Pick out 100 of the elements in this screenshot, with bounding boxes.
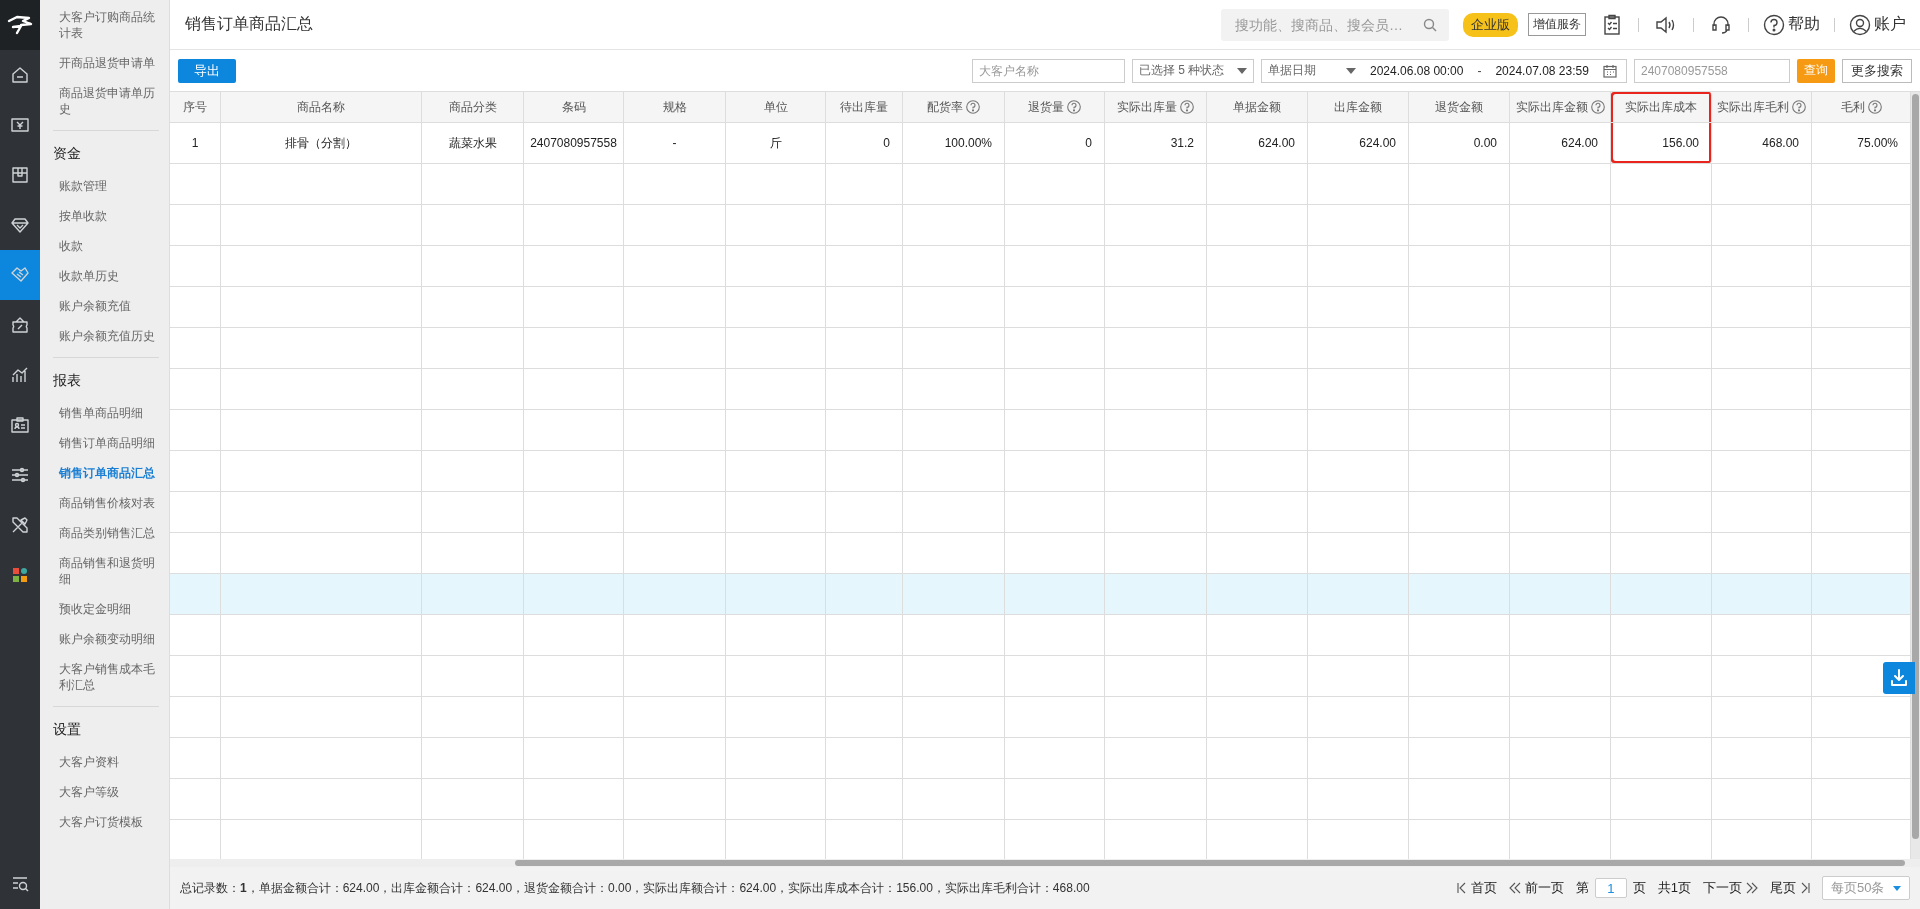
- help-icon[interactable]: [1590, 100, 1605, 114]
- column-header-label: 退货量: [1028, 98, 1064, 116]
- help-icon[interactable]: [1867, 100, 1882, 114]
- double-chevron-right-icon: [1746, 882, 1758, 894]
- date-type-select[interactable]: 单据日期: [1268, 62, 1356, 79]
- table-cell: 624.00: [1510, 123, 1611, 163]
- sidebar-item[interactable]: 账款管理: [40, 171, 169, 201]
- sidebar-item[interactable]: 商品退货申请单历史: [40, 78, 169, 124]
- table-cell: 2407080957558: [524, 123, 624, 163]
- last-page-icon: [1800, 882, 1810, 894]
- caret-icon: [1237, 67, 1247, 74]
- table-cell: 0: [1005, 123, 1105, 163]
- column-header-label: 实际出库毛利: [1717, 98, 1789, 116]
- total-pages: 共1页: [1657, 879, 1691, 897]
- logo-icon: [0, 0, 40, 50]
- column-header-label: 商品分类: [448, 98, 497, 116]
- export-button[interactable]: 导出: [178, 58, 236, 83]
- calendar-icon[interactable]: [1602, 63, 1617, 78]
- sidebar-heading: 设置: [52, 720, 82, 739]
- column-header-label: 毛利: [1840, 98, 1865, 116]
- page-suffix: 页: [1632, 879, 1646, 897]
- sidebar-item[interactable]: 收款单历史: [40, 261, 169, 291]
- table-cell: 斤: [726, 123, 826, 163]
- date-to-field[interactable]: 2024.07.08 23:59: [1495, 63, 1589, 78]
- sidebar-item[interactable]: 账户余额充值: [40, 291, 169, 321]
- table-cell: 468.00: [1712, 123, 1812, 163]
- edition-badge: 企业版: [1463, 12, 1518, 37]
- clipboard-icon[interactable]: [1602, 13, 1622, 36]
- sidebar-item[interactable]: 大客户资料: [40, 747, 169, 777]
- column-header-label: 条码: [561, 98, 586, 116]
- column-header-label: 退货金额: [1435, 98, 1483, 116]
- date-from-field[interactable]: 2024.06.08 00:00: [1370, 63, 1464, 78]
- search-input[interactable]: 搜功能、搜商品、搜会员…: [1233, 15, 1423, 34]
- customer-name-field[interactable]: 大客户名称: [972, 58, 1125, 83]
- date-separator: -: [1477, 63, 1482, 78]
- sidebar-item[interactable]: 开商品退货申请单: [40, 48, 169, 78]
- sidebar-item[interactable]: 商品类别销售汇总: [40, 518, 169, 548]
- sidebar-item[interactable]: 大客户等级: [40, 777, 169, 807]
- column-header-label: 规格: [662, 98, 687, 116]
- column-header-label: 实际出库金额: [1515, 98, 1588, 116]
- previous-page-link[interactable]: 前一页: [1508, 879, 1564, 897]
- next-page-link[interactable]: 下一页: [1703, 879, 1758, 897]
- account-link[interactable]: 账户: [1845, 13, 1910, 36]
- table-cell: 100.00%: [903, 123, 1005, 163]
- sidebar-item[interactable]: 按单收款: [40, 201, 169, 231]
- first-page-link[interactable]: 首页: [1456, 879, 1497, 897]
- sidebar-item[interactable]: 销售单商品明细: [40, 398, 169, 428]
- table-cell: 蔬菜水果: [422, 123, 524, 163]
- first-page-icon: [1456, 882, 1467, 894]
- page-size-select[interactable]: 每页50条: [1822, 876, 1910, 900]
- double-chevron-left-icon: [1508, 882, 1521, 894]
- vertical-scrollbar[interactable]: [1912, 94, 1919, 839]
- more-search-button[interactable]: 更多搜索: [1842, 58, 1912, 83]
- table-cell: -: [624, 123, 726, 163]
- sidebar-item[interactable]: 大客户订货模板: [40, 807, 169, 837]
- sidebar-item[interactable]: 账户余额充值历史: [40, 321, 169, 351]
- table-cell: 624.00: [1207, 123, 1308, 163]
- sidebar-item[interactable]: 账户余额变动明细: [40, 624, 169, 654]
- page-title: 销售订单商品汇总: [185, 14, 313, 34]
- help-icon[interactable]: [1067, 100, 1081, 114]
- table-cell: 1: [170, 123, 221, 163]
- sidebar-heading: 资金: [52, 144, 82, 163]
- last-page-link[interactable]: 尾页: [1770, 879, 1810, 897]
- sidebar-item[interactable]: 大客户销售成本毛利汇总: [40, 654, 169, 700]
- sidebar-item[interactable]: 收款: [40, 231, 169, 261]
- help-icon[interactable]: [1792, 100, 1806, 114]
- table-cell: 0.00: [1409, 123, 1510, 163]
- table-cell: 31.2: [1105, 123, 1207, 163]
- summary-text: 总记录数：1，单据金额合计：624.00，出库金额合计：624.00，退货金额合计：0.00，实际出库额合计：624.00，实际出库成本合计：156.00，实际出库毛利合计：468.00: [180, 879, 1090, 897]
- search-icon: [1423, 17, 1437, 32]
- speaker-icon[interactable]: [1655, 14, 1677, 35]
- column-header-label: 出库金额: [1334, 98, 1382, 116]
- help-icon[interactable]: [1180, 100, 1194, 114]
- sidebar-item[interactable]: 大客户订购商品统计表: [40, 2, 169, 48]
- status-select[interactable]: 已选择 5 种状态: [1132, 58, 1254, 83]
- sidebar-item[interactable]: 预收定金明细: [40, 594, 169, 624]
- page-prefix: 第: [1575, 879, 1589, 897]
- headset-icon[interactable]: [1710, 13, 1732, 36]
- value-added-button[interactable]: 增值服务: [1528, 13, 1586, 36]
- help-icon[interactable]: [966, 100, 980, 114]
- sidebar-item[interactable]: 销售订单商品明细: [40, 428, 169, 458]
- barcode-field[interactable]: 2407080957558: [1634, 58, 1790, 83]
- table-cell: 排骨（分割）: [221, 123, 422, 163]
- search-bar[interactable]: 搜功能、搜商品、搜会员…: [1221, 8, 1449, 41]
- page-number-field[interactable]: 1: [1594, 878, 1627, 898]
- sidebar-item[interactable]: 销售订单商品汇总: [40, 458, 169, 488]
- column-header-label: 实际出库成本: [1625, 98, 1697, 116]
- column-header-label: 待出库量: [840, 98, 888, 116]
- column-header-label: 序号: [183, 98, 207, 116]
- column-header-label: 实际出库量: [1117, 98, 1177, 116]
- help-link[interactable]: 帮助: [1759, 13, 1824, 36]
- table-cell: 0: [826, 123, 903, 163]
- download-button[interactable]: [1883, 662, 1915, 694]
- sidebar-item[interactable]: 商品销售价核对表: [40, 488, 169, 518]
- sidebar-item[interactable]: 商品销售和退货明细: [40, 548, 169, 594]
- caret-icon: [1893, 885, 1901, 891]
- download-icon: [1890, 669, 1908, 687]
- sidebar-heading: 报表: [52, 371, 82, 390]
- horizontal-scrollbar[interactable]: [515, 860, 1905, 866]
- table-cell: 156.00: [1611, 123, 1712, 163]
